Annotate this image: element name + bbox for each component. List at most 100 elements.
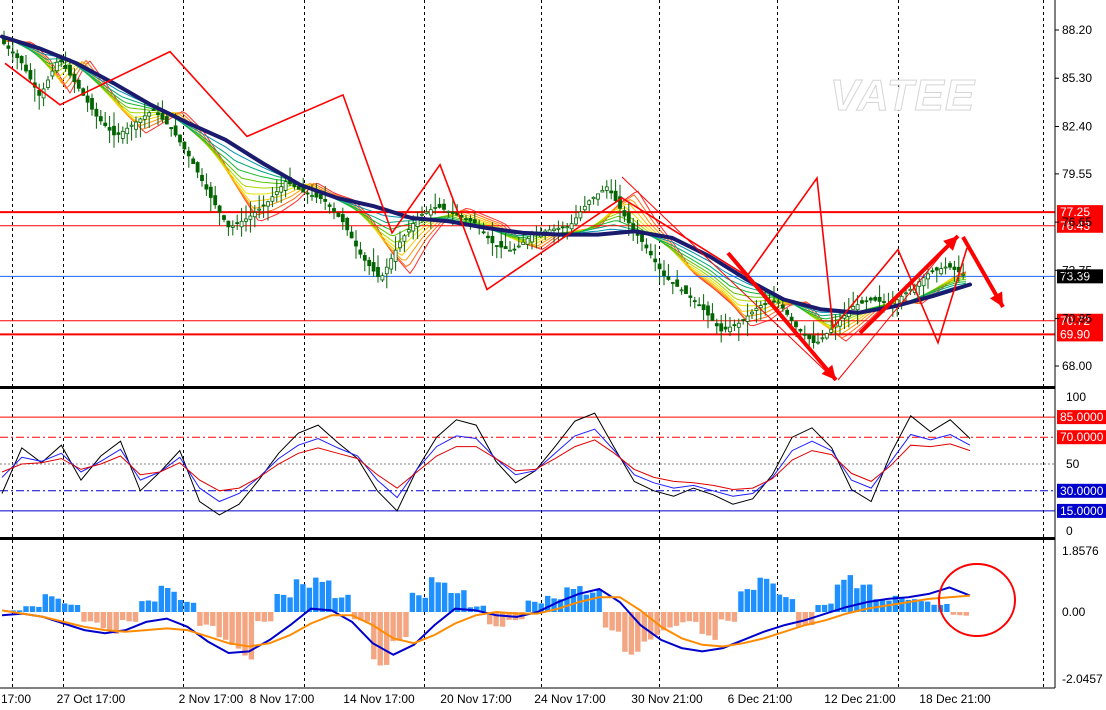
candle-body — [393, 249, 398, 262]
macd-histogram-bar — [287, 597, 293, 612]
macd-histogram-bar — [139, 601, 145, 612]
macd-histogram-bar — [177, 600, 184, 612]
candle-body — [745, 315, 750, 322]
candle-body — [758, 305, 763, 309]
macd-histogram-bar — [68, 604, 74, 612]
candle-body — [948, 263, 952, 268]
macd-histogram-bar — [712, 612, 718, 640]
candle-body — [217, 205, 222, 213]
candle-body — [94, 108, 99, 117]
candle-body — [952, 266, 957, 270]
candle-body — [772, 300, 776, 303]
candle-body — [24, 64, 28, 72]
macd-histogram-bar — [87, 612, 94, 622]
macd-histogram-bar — [860, 584, 866, 612]
x-tick-label: 12 Dec 21:00 — [824, 692, 896, 706]
x-tick-label: 18 Dec 21:00 — [919, 692, 991, 706]
candle-body — [653, 258, 658, 263]
macd-histogram-bar — [718, 612, 725, 620]
macd-histogram-bar — [158, 585, 164, 612]
macd-histogram-bar — [184, 601, 190, 612]
candle-body — [723, 326, 728, 330]
candle-body — [371, 262, 376, 272]
candle-body — [402, 235, 407, 242]
macd-histogram-bar — [396, 612, 403, 641]
macd-histogram-bar — [210, 612, 216, 626]
candle-body — [600, 189, 605, 193]
candle-body — [591, 196, 596, 200]
candle-body — [763, 303, 768, 305]
candle-body — [129, 124, 134, 127]
candle-body — [688, 295, 693, 298]
macd-histogram-bar — [422, 597, 428, 612]
candle-body — [472, 219, 477, 224]
candle-body — [921, 277, 926, 287]
candle-body — [90, 98, 94, 110]
candle-body — [257, 208, 262, 211]
macd-histogram-bar — [693, 612, 699, 622]
candle-body — [279, 186, 284, 193]
candle-body — [701, 304, 706, 311]
macd-histogram-bar — [944, 604, 950, 612]
candle-body — [98, 116, 103, 122]
candle-body — [138, 118, 143, 123]
candle-body — [706, 305, 710, 316]
candle-body — [644, 244, 649, 249]
candle-body — [860, 300, 864, 304]
macd-histogram-bar — [332, 598, 338, 612]
candle-body — [160, 112, 165, 120]
candle-body — [714, 323, 719, 327]
candle-body — [829, 328, 834, 333]
candle-body — [670, 282, 675, 284]
macd-histogram-bar — [203, 612, 209, 625]
macd-histogram-bar — [763, 578, 770, 612]
candle-body — [679, 289, 684, 292]
macd-histogram-bar — [899, 597, 905, 612]
trading-chart[interactable]: 77.2576.4370.7269.9073.39 VATEE 10050085… — [0, 0, 1106, 710]
macd-histogram-bar — [577, 586, 583, 612]
macd-histogram-bar — [744, 589, 750, 612]
macd-histogram-bar — [255, 612, 261, 621]
macd-histogram-bar — [499, 612, 506, 627]
macd-histogram-bar — [615, 612, 622, 632]
candle-body — [76, 79, 81, 89]
macd-histogram-bar — [821, 604, 828, 612]
macd-histogram-bar — [74, 605, 81, 612]
candle-body — [934, 267, 939, 271]
candle-body — [270, 196, 275, 202]
candle-body — [868, 297, 873, 301]
macd-histogram-bar — [55, 598, 61, 612]
candle-body — [380, 275, 385, 281]
macd-histogram-bar — [686, 612, 692, 622]
macd-histogram-bar — [770, 583, 776, 612]
macd-histogram-bar — [834, 584, 841, 612]
candle-body — [794, 321, 798, 328]
candle-body — [578, 211, 583, 219]
macd-histogram-bar — [126, 612, 132, 622]
macd-tick-label: 0.00 — [1062, 605, 1086, 619]
candle-body — [327, 204, 332, 207]
candle-body — [411, 223, 416, 232]
macd-tick-label: -2.0457 — [1062, 672, 1103, 686]
macd-histogram-bar — [132, 612, 139, 622]
candle-body — [50, 70, 55, 77]
candle-body — [323, 198, 328, 202]
vatee-watermark: VATEE — [830, 71, 976, 120]
candle-body — [85, 95, 90, 103]
candle-body — [230, 225, 235, 228]
macd-histogram-bar — [197, 612, 203, 626]
macd-histogram-bar — [29, 606, 36, 612]
candle-body — [37, 89, 42, 96]
macd-histogram-bar — [918, 601, 924, 612]
candle-body — [195, 162, 200, 173]
candle-body — [354, 240, 358, 247]
candle-body — [604, 186, 609, 191]
macd-histogram-bar — [319, 581, 325, 612]
candle-body — [802, 333, 807, 336]
macd-histogram-bar — [783, 597, 789, 612]
candle-body — [516, 245, 521, 248]
macd-histogram-bar — [223, 612, 229, 640]
candle-body — [235, 222, 240, 225]
stoch-level-label: 30.0000 — [1060, 484, 1104, 498]
candle-body — [72, 73, 77, 83]
